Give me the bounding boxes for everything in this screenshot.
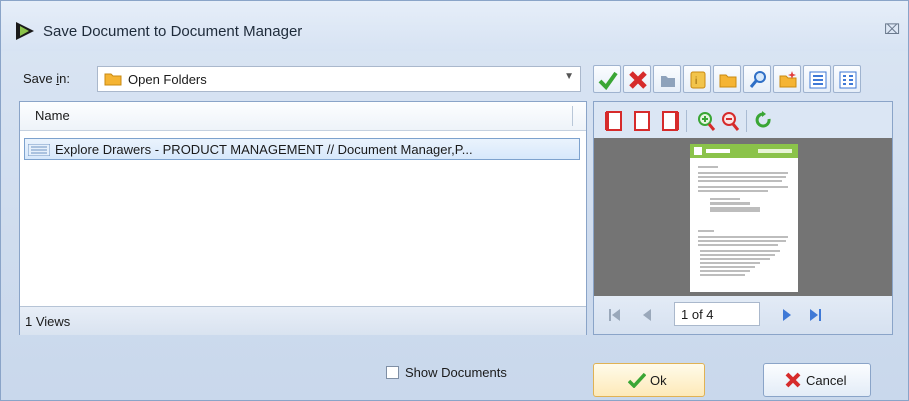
toolbar-separator xyxy=(746,110,747,132)
list-item[interactable]: Explore Drawers - PRODUCT MANAGEMENT // … xyxy=(24,138,580,160)
rotate-icon[interactable] xyxy=(754,110,774,132)
ok-button[interactable]: Ok xyxy=(593,363,705,397)
delete-button[interactable] xyxy=(623,65,651,93)
svg-text:i: i xyxy=(695,76,697,87)
close-icon[interactable]: ⌧ xyxy=(884,21,900,37)
last-page-icon[interactable] xyxy=(808,308,822,322)
up-folder-icon xyxy=(661,76,675,87)
check-icon xyxy=(628,372,646,388)
list-view-icon xyxy=(809,71,827,89)
previous-page-icon[interactable] xyxy=(640,308,654,322)
new-folder-icon xyxy=(779,71,797,88)
document-thumbnail xyxy=(690,144,798,292)
cancel-button[interactable]: Cancel xyxy=(763,363,871,397)
page-number-input[interactable]: 1 of 4 xyxy=(674,302,760,326)
app-logo-icon xyxy=(16,22,34,40)
ok-button-label: Ok xyxy=(650,373,667,388)
properties-button[interactable]: i xyxy=(683,65,711,93)
details-view-icon xyxy=(839,71,857,89)
page-indicator: 1 of 4 xyxy=(681,307,714,322)
chevron-down-icon[interactable]: ▼ xyxy=(564,71,574,82)
document-page-image xyxy=(690,144,798,276)
accept-button[interactable] xyxy=(593,65,621,93)
column-header-name[interactable]: Name xyxy=(35,108,70,123)
list-header: Name xyxy=(20,102,586,131)
zoom-out-icon[interactable] xyxy=(720,110,740,132)
save-in-value: Open Folders xyxy=(128,72,207,87)
save-dialog: Save Document to Document Manager ⌧ Save… xyxy=(0,0,909,401)
next-page-icon[interactable] xyxy=(780,308,794,322)
save-in-combobox[interactable]: Open Folders ▼ xyxy=(97,66,581,92)
view-icon xyxy=(28,144,50,156)
page-last-icon[interactable] xyxy=(660,110,680,132)
toolbar-separator xyxy=(686,110,687,132)
views-count: 1 Views xyxy=(25,314,71,329)
zoom-in-icon[interactable] xyxy=(696,110,716,132)
column-divider[interactable] xyxy=(572,106,573,126)
show-documents-checkbox[interactable] xyxy=(386,366,399,379)
new-folder-button[interactable] xyxy=(773,65,801,93)
close-icon xyxy=(785,372,801,388)
window-title: Save Document to Document Manager xyxy=(43,23,303,40)
preview-toolbar xyxy=(594,102,892,138)
first-page-icon[interactable] xyxy=(608,308,622,322)
properties-icon: i xyxy=(690,71,706,89)
status-bar: 1 Views xyxy=(20,306,586,335)
details-view-button[interactable] xyxy=(833,65,861,93)
up-folder-button[interactable] xyxy=(653,65,681,93)
search-icon xyxy=(749,71,766,88)
preview-canvas[interactable] xyxy=(594,138,892,296)
views-list: Name Explore Drawers - PRODUCT MANAGEMEN… xyxy=(19,101,587,335)
page-navigator: 1 of 4 xyxy=(594,296,892,334)
list-item-label: Explore Drawers - PRODUCT MANAGEMENT // … xyxy=(55,142,473,157)
title-bar: Save Document to Document Manager ⌧ xyxy=(1,1,908,51)
delete-icon xyxy=(629,71,647,89)
open-folder-button[interactable] xyxy=(713,65,741,93)
open-folder-icon xyxy=(719,74,737,88)
cancel-button-label: Cancel xyxy=(806,373,847,388)
search-button[interactable] xyxy=(743,65,771,93)
page-first-icon[interactable] xyxy=(604,110,624,132)
folder-icon xyxy=(104,73,122,86)
show-documents-label[interactable]: Show Documents xyxy=(405,365,507,380)
preview-panel: 1 of 4 xyxy=(593,101,893,335)
save-in-label: Save in: xyxy=(23,71,70,86)
check-icon xyxy=(598,71,618,90)
page-single-icon[interactable] xyxy=(632,110,652,132)
list-view-button[interactable] xyxy=(803,65,831,93)
